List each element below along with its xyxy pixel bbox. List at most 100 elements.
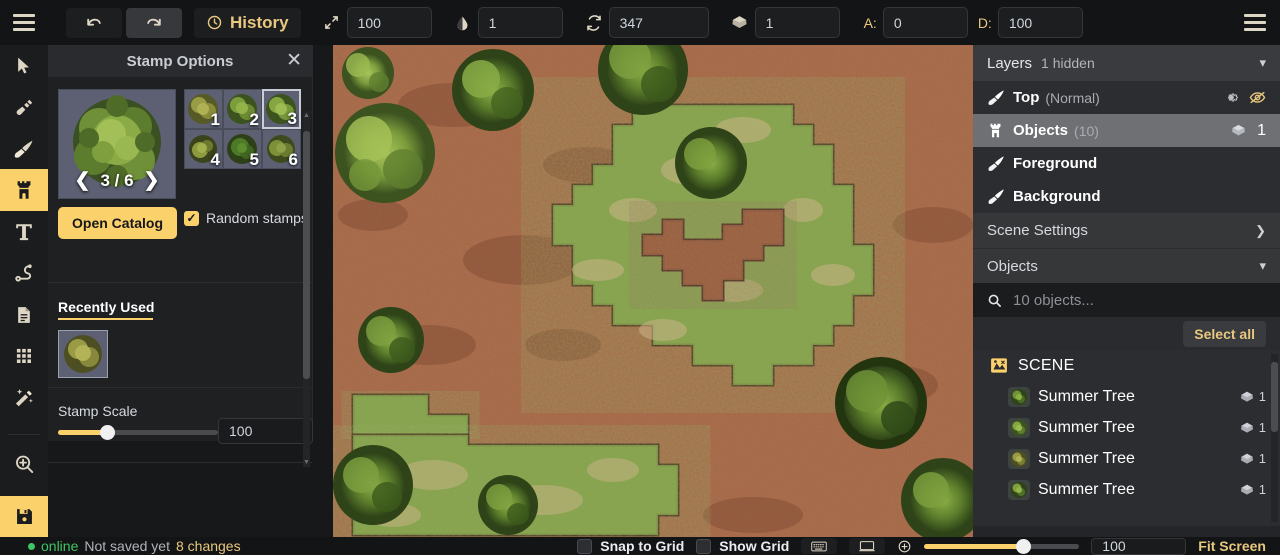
show-grid-checkbox[interactable]: Show Grid bbox=[696, 538, 789, 554]
stamp-thumb-1[interactable]: 1 bbox=[184, 89, 223, 129]
history-button[interactable]: History bbox=[194, 7, 301, 38]
scroll-down-icon[interactable]: ▼ bbox=[303, 459, 310, 466]
eye-off-icon[interactable] bbox=[1249, 90, 1266, 105]
object-layer-count: 1 bbox=[1258, 389, 1266, 404]
zoom-tool[interactable] bbox=[0, 443, 48, 484]
document-icon bbox=[14, 305, 34, 325]
paint-tool[interactable] bbox=[0, 128, 48, 169]
zoom-circle-icon bbox=[897, 539, 912, 554]
layer-sublayer-count: 1 bbox=[1257, 121, 1266, 139]
random-stamps-checkbox[interactable]: ✓ Random stamps bbox=[184, 210, 308, 226]
open-catalog-button[interactable]: Open Catalog bbox=[58, 207, 178, 239]
recently-used-underline bbox=[58, 318, 153, 320]
undo-button[interactable] bbox=[66, 7, 122, 38]
random-stamps-label: Random stamps bbox=[206, 210, 308, 226]
stamp-thumb-label: 6 bbox=[288, 150, 298, 169]
close-icon[interactable]: ✕ bbox=[286, 51, 302, 70]
angle-input[interactable]: 0 bbox=[882, 7, 968, 38]
keyboard-shortcuts-button[interactable] bbox=[801, 538, 838, 554]
zoom-slider[interactable] bbox=[924, 538, 1080, 554]
recently-used-item[interactable] bbox=[58, 330, 108, 378]
snap-to-grid-label: Snap to Grid bbox=[600, 538, 685, 554]
stamp-thumb-label: 4 bbox=[210, 150, 220, 169]
slider-knob[interactable] bbox=[1015, 538, 1031, 554]
scroll-up-icon[interactable]: ▲ bbox=[303, 112, 310, 119]
stamp-thumb-3[interactable]: 3 bbox=[262, 89, 301, 129]
magic-tool[interactable] bbox=[0, 377, 48, 418]
object-search-input[interactable]: 10 objects... bbox=[973, 283, 1280, 317]
path-tool[interactable] bbox=[0, 252, 48, 293]
size-input[interactable]: 100 bbox=[346, 7, 432, 38]
chevron-right-icon[interactable]: ❯ bbox=[1255, 223, 1266, 239]
layer-row-background[interactable]: Background bbox=[973, 180, 1280, 213]
layer-row-objects[interactable]: Objects (10) 1 bbox=[973, 114, 1280, 147]
layer-row-foreground[interactable]: Foreground bbox=[973, 147, 1280, 180]
main-menu-button[interactable] bbox=[0, 0, 48, 45]
chevron-down-icon[interactable]: ▾ bbox=[1259, 55, 1266, 71]
grid-dots-icon bbox=[14, 346, 34, 366]
text-t-icon bbox=[13, 221, 35, 243]
layers-diamond-icon bbox=[1239, 389, 1255, 405]
stamp-thumb-label: 3 bbox=[287, 109, 297, 128]
floppy-disk-icon bbox=[14, 506, 35, 527]
object-row-tree-3[interactable]: Summer Tree 1 bbox=[973, 443, 1280, 474]
scrollbar-thumb[interactable] bbox=[1271, 362, 1278, 432]
object-row-tree-1[interactable]: Summer Tree 1 bbox=[973, 381, 1280, 412]
save-tool[interactable] bbox=[0, 495, 48, 538]
chevron-down-icon[interactable]: ▾ bbox=[1259, 258, 1266, 274]
stamp-options-panel: Stamp Options ✕ ❮ 3 / 6 ❯ 1 2 3 4 5 6 Op… bbox=[48, 45, 313, 467]
objects-section-row[interactable]: Objects ▾ bbox=[973, 248, 1280, 283]
stamp-thumb-5[interactable]: 5 bbox=[223, 129, 262, 169]
paintbrush-icon bbox=[987, 154, 1009, 173]
layer-name: Background bbox=[1013, 188, 1101, 205]
redo-button[interactable] bbox=[126, 7, 182, 38]
zoom-input[interactable]: 100 bbox=[1091, 537, 1187, 555]
notes-tool[interactable] bbox=[0, 294, 48, 335]
overflow-menu-button[interactable] bbox=[1244, 10, 1266, 35]
map-canvas[interactable] bbox=[333, 45, 973, 537]
save-state-label: Not saved yet bbox=[84, 538, 170, 554]
chevron-right-icon[interactable]: ❯ bbox=[144, 169, 160, 192]
stamp-thumb-6[interactable]: 6 bbox=[262, 129, 301, 169]
history-label: History bbox=[230, 12, 289, 32]
scrollbar-thumb[interactable] bbox=[303, 131, 310, 379]
angle-value: 0 bbox=[893, 14, 902, 31]
depth-input[interactable]: 100 bbox=[997, 7, 1083, 38]
select-all-button[interactable]: Select all bbox=[1183, 320, 1266, 347]
hamburger-icon bbox=[13, 10, 35, 35]
layers-diamond-icon bbox=[1230, 122, 1247, 139]
scene-settings-row[interactable]: Scene Settings ❯ bbox=[973, 213, 1280, 248]
opacity-input[interactable]: 1 bbox=[477, 7, 563, 38]
objects-scrollbar[interactable] bbox=[1271, 354, 1278, 522]
object-row-tree-2[interactable]: Summer Tree 1 bbox=[973, 412, 1280, 443]
chevron-left-icon[interactable]: ❮ bbox=[75, 169, 91, 192]
snap-to-grid-checkbox[interactable]: Snap to Grid bbox=[577, 538, 684, 554]
redo-icon bbox=[144, 13, 164, 33]
object-row-scene[interactable]: SCENE bbox=[973, 350, 1280, 381]
presentation-button[interactable] bbox=[849, 538, 886, 554]
layer-index-input[interactable]: 1 bbox=[754, 7, 840, 38]
panel-scrollbar[interactable]: ▲ ▼ bbox=[303, 111, 310, 467]
slider-knob[interactable] bbox=[99, 425, 115, 440]
stamp-scale-slider[interactable] bbox=[58, 425, 218, 440]
stamp-tool[interactable] bbox=[0, 169, 48, 211]
top-toolbar: History 100 1 347 1 A: 0 D: 100 bbox=[0, 0, 1280, 45]
select-tool[interactable] bbox=[0, 45, 48, 86]
layer-row-top[interactable]: Top (Normal) bbox=[973, 81, 1280, 114]
stamp-thumbnail-grid: 1 2 3 4 5 6 bbox=[184, 89, 302, 169]
stamp-thumb-2[interactable]: 2 bbox=[223, 89, 262, 129]
stamp-scale-input[interactable]: 100 bbox=[218, 418, 313, 444]
grid-tool[interactable] bbox=[0, 335, 48, 376]
rotation-value: 347 bbox=[619, 14, 643, 31]
fit-screen-button[interactable]: Fit Screen bbox=[1198, 538, 1266, 554]
object-row-tree-4[interactable]: Summer Tree 1 bbox=[973, 474, 1280, 505]
rotation-input[interactable]: 347 bbox=[608, 7, 709, 38]
gear-icon[interactable] bbox=[1224, 90, 1239, 105]
text-tool[interactable] bbox=[0, 211, 48, 252]
dig-tool[interactable] bbox=[0, 86, 48, 127]
layers-header[interactable]: Layers 1 hidden ▾ bbox=[973, 45, 1280, 81]
stamp-thumb-label: 1 bbox=[210, 110, 220, 129]
stamp-preview[interactable]: ❮ 3 / 6 ❯ bbox=[58, 89, 176, 199]
stamp-thumb-4[interactable]: 4 bbox=[184, 129, 223, 169]
tree-icon bbox=[1008, 417, 1030, 438]
